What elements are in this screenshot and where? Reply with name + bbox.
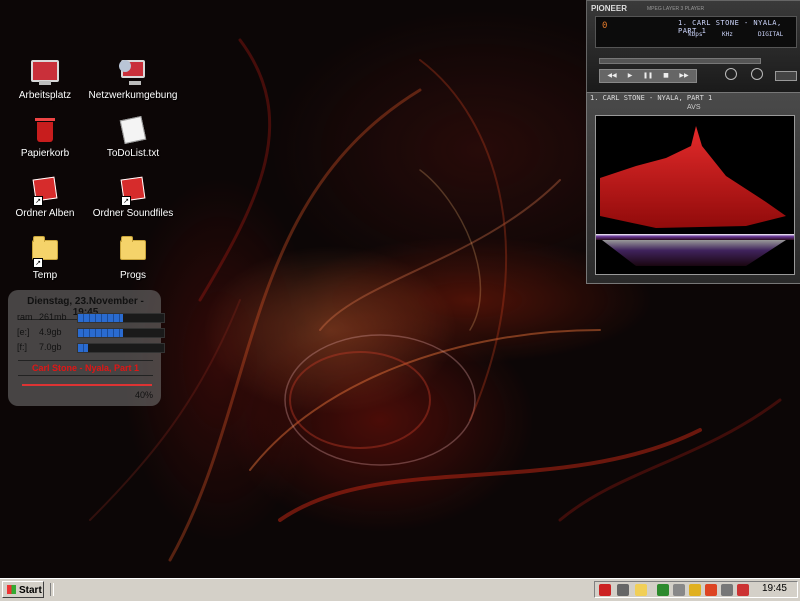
widget-progress-bar [22, 384, 152, 386]
avs-window[interactable]: 1. CARL STONE - NYALA, PART 1 AVS [586, 92, 800, 284]
widget-row-value: 261mb [39, 312, 67, 322]
tray-app-icon[interactable] [721, 584, 733, 596]
desktop-icon-ordner-soundfiles[interactable]: ↗ Ordner Soundfiles [88, 176, 178, 219]
desktop-icon-label: Ordner Alben [15, 208, 75, 219]
folder-icon [119, 236, 147, 266]
desktop-icon-label: Papierkorb [20, 148, 70, 159]
tray-app-icon[interactable] [689, 584, 701, 596]
widget-row-key: ram [17, 312, 33, 322]
tray-app-icon[interactable] [657, 584, 669, 596]
random-knob[interactable] [725, 68, 737, 80]
folder-icon: ↗ [31, 236, 59, 268]
player-kbps-label: kbps [688, 31, 703, 38]
widget-row-bar-fill [78, 329, 123, 337]
prev-icon[interactable]: ◀◀ [604, 70, 620, 82]
widget-now-playing: Carl Stone - Nyala, Part 1 [18, 360, 153, 376]
taskbar-separator [50, 583, 54, 596]
recycle-bin-icon [31, 118, 59, 144]
player-brand: PIONEER [591, 4, 628, 13]
tray-app-icon[interactable] [599, 584, 611, 596]
widget-row-bar [77, 313, 165, 323]
desktop-icon-label: Temp [32, 270, 58, 281]
widget-progress-label: 40% [134, 390, 153, 400]
pause-icon[interactable]: ❚❚ [640, 70, 656, 82]
desktop-icon-todolist[interactable]: ToDoList.txt [88, 115, 178, 159]
taskbar-clock[interactable]: 19:45 [762, 583, 787, 594]
desktop-icon-papierkorb[interactable]: Papierkorb [0, 118, 90, 159]
player-transport: ◀◀ ▶ ❚❚ ■ ▶▶ [599, 69, 697, 83]
player-khz-label: KHz [722, 31, 733, 38]
text-file-icon [119, 115, 147, 145]
start-label: Start [19, 585, 42, 596]
widget-row-bar [77, 343, 165, 353]
system-info-widget: Dienstag, 23.November - 19:45 ram 261mb … [8, 290, 165, 406]
widget-row-f: [f:] 7.0gb [17, 342, 165, 353]
my-computer-icon [31, 60, 59, 86]
tray-app-icon[interactable] [737, 584, 749, 596]
widget-row-ram: ram 261mb [17, 312, 165, 323]
desktop-icon-label: ToDoList.txt [106, 148, 160, 159]
desktop-icon-label: Netzwerkumgebung [88, 90, 178, 101]
avs-name: AVS [687, 104, 701, 111]
desktop-icon-netzwerkumgebung[interactable]: Netzwerkumgebung [88, 60, 178, 101]
widget-row-value: 7.0gb [39, 342, 62, 352]
player-digital-label: DIGITAL [758, 31, 784, 38]
widget-row-key: [e:] [17, 327, 30, 337]
desktop-icon-temp[interactable]: ↗ Temp [0, 236, 90, 281]
desktop-icon-arbeitsplatz[interactable]: Arbeitsplatz [0, 60, 90, 101]
widget-row-bar [77, 328, 165, 338]
avs-visualization [595, 115, 795, 275]
widget-row-bar-fill [78, 314, 123, 322]
mp3-player-window[interactable]: PIONEER MPEG LAYER 3 PLAYER 0 1. CARL ST… [586, 0, 800, 94]
folder-shortcut-icon: ↗ [31, 176, 59, 206]
player-seek-slider[interactable] [599, 58, 761, 64]
network-icon [119, 60, 147, 86]
player-display: 0 1. CARL STONE - NYALA, PART 1 kbps KHz… [595, 16, 797, 48]
start-button[interactable]: Start [2, 581, 44, 598]
play-icon[interactable]: ▶ [622, 70, 638, 82]
desktop-icon-progs[interactable]: Progs [88, 236, 178, 281]
folder-shortcut-icon: ↗ [119, 176, 147, 206]
avs-titlebar: 1. CARL STONE - NYALA, PART 1 [590, 94, 713, 102]
tray-app-icon[interactable] [673, 584, 685, 596]
desktop-icon-label: Ordner Soundfiles [92, 208, 174, 219]
tray-folder-icon[interactable] [635, 584, 647, 596]
power-button[interactable] [775, 71, 797, 81]
desktop-icon-label: Progs [119, 270, 147, 281]
windows-logo-icon [7, 585, 16, 594]
taskbar: Start 19:45 [0, 578, 800, 601]
tray-app-icon[interactable] [617, 584, 629, 596]
widget-row-bar-fill [78, 344, 89, 352]
stop-icon[interactable]: ■ [658, 70, 674, 82]
widget-row-e: [e:] 4.9gb [17, 327, 165, 338]
desktop-icon-label: Arbeitsplatz [18, 90, 72, 101]
widget-row-key: [f:] [17, 342, 28, 352]
system-tray: 19:45 [594, 581, 798, 598]
tray-app-icon[interactable] [705, 584, 717, 596]
repeat-knob[interactable] [751, 68, 763, 80]
widget-row-value: 4.9gb [39, 327, 62, 337]
desktop-icon-ordner-alben[interactable]: ↗ Ordner Alben [0, 176, 90, 219]
player-time: 0 [602, 21, 608, 31]
next-icon[interactable]: ▶▶ [676, 70, 692, 82]
player-subtitle: MPEG LAYER 3 PLAYER [647, 6, 705, 12]
